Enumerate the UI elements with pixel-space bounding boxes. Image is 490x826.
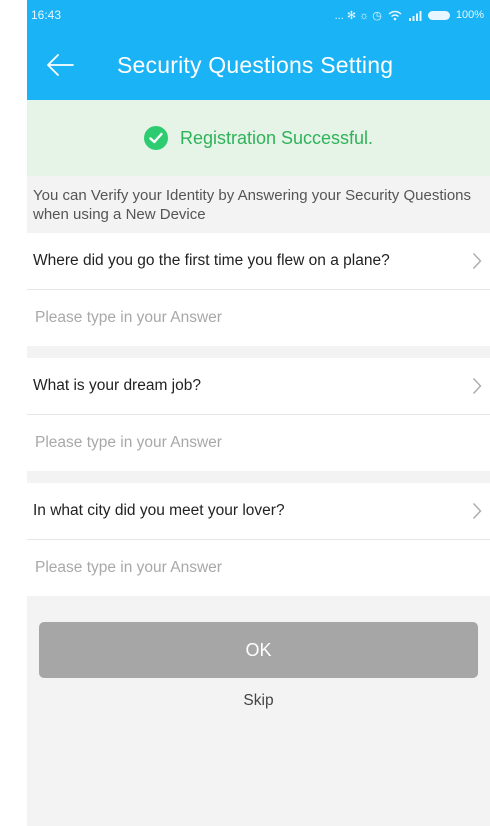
status-time: 16:43 bbox=[31, 8, 62, 22]
wifi-icon bbox=[388, 10, 402, 20]
answer-input-2[interactable] bbox=[33, 433, 484, 453]
signal-icon bbox=[408, 10, 422, 21]
question-selector-2[interactable]: What is your dream job? bbox=[27, 358, 490, 414]
success-message: Registration Successful. bbox=[179, 127, 374, 148]
battery-percent: 100% bbox=[455, 9, 484, 21]
success-banner: Registration Successful. bbox=[27, 100, 490, 176]
app-header: Security Questions Setting bbox=[27, 30, 490, 100]
question-selector-3[interactable]: In what city did you meet your lover? bbox=[27, 483, 490, 539]
question-selector-1[interactable]: Where did you go the first time you flew… bbox=[27, 233, 490, 289]
page-title: Security Questions Setting bbox=[117, 51, 394, 78]
ok-button-label: OK bbox=[245, 639, 272, 660]
instruction-text: You can Verify your Identity by Answerin… bbox=[33, 187, 472, 223]
ok-button[interactable]: OK bbox=[39, 622, 478, 678]
chevron-right-icon bbox=[472, 252, 482, 270]
status-bar: 16:43 ... ✻ ☼ ◷ 100% bbox=[27, 0, 490, 30]
answer-input-3[interactable] bbox=[33, 558, 484, 578]
question-label: What is your dream job? bbox=[33, 377, 201, 394]
back-button[interactable] bbox=[27, 53, 117, 77]
battery-icon bbox=[427, 10, 450, 20]
answer-input-1[interactable] bbox=[33, 308, 484, 328]
answer-field-1 bbox=[27, 290, 490, 346]
answer-field-2 bbox=[27, 415, 490, 471]
status-icons: ... ✻ ☼ ◷ 100% bbox=[335, 9, 484, 22]
question-label: Where did you go the first time you flew… bbox=[33, 252, 390, 269]
check-circle-icon bbox=[143, 126, 168, 150]
status-indicator-icons: ... ✻ ☼ ◷ bbox=[334, 9, 382, 22]
chevron-right-icon bbox=[472, 377, 482, 395]
phone-screen: 16:43 ... ✻ ☼ ◷ 100% Security Questions … bbox=[27, 0, 490, 826]
skip-label: Skip bbox=[243, 692, 274, 709]
question-label: In what city did you meet your lover? bbox=[33, 502, 285, 519]
answer-field-3 bbox=[27, 540, 490, 596]
skip-link[interactable]: Skip bbox=[27, 692, 490, 710]
chevron-right-icon bbox=[472, 502, 482, 520]
arrow-left-icon bbox=[47, 54, 74, 76]
